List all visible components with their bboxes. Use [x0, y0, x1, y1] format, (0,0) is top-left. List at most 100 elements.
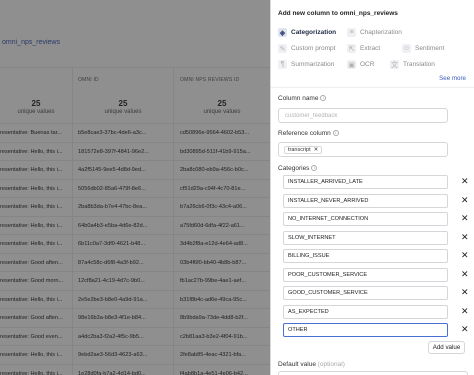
sentiment-icon: ☺ — [402, 44, 411, 53]
type-summarization[interactable]: ¶ Summarization — [278, 58, 334, 71]
category-input[interactable]: GOOD_CUSTOMER_SERVICE — [283, 286, 448, 300]
table-cell: resentative: Hello, this i... — [0, 370, 63, 375]
extract-icon: ⇱ — [347, 44, 356, 53]
default-value-input[interactable] — [278, 371, 468, 375]
category-row: BILLING_ISSUE ✕ — [278, 249, 474, 263]
category-row: AS_EXPECTED ✕ — [278, 304, 474, 319]
table-cell: resentative: Good even... — [0, 333, 63, 340]
type-translation[interactable]: 文 Translation — [390, 58, 435, 71]
table-cell: 181572e8-397f-4841-96e2... — [78, 148, 149, 155]
column-name-input[interactable] — [278, 108, 448, 123]
remove-category-icon[interactable]: ✕ — [461, 176, 469, 187]
table-cell: b7a26cb6-0f3c-43c4-a06... — [180, 204, 247, 210]
table-row[interactable]: resentative: Hello, this i... 6b11c0a7-3d… — [0, 234, 270, 253]
remove-category-icon[interactable]: ✕ — [461, 306, 469, 317]
remove-category-icon[interactable]: ✕ — [461, 324, 469, 335]
table-cell: 5056db02-85a6-479f-8e6... — [78, 185, 146, 192]
column-headers: OMNI ID OMNI NPS REVIEWS ID — [0, 77, 270, 87]
table-row[interactable]: resentative: Hello, this i... 4a2f5145-9e… — [0, 160, 270, 179]
reference-column-select[interactable]: transcript ✕ — [278, 142, 448, 157]
column-header-omni-id[interactable]: OMNI ID — [78, 77, 99, 83]
table-cell: c2b81aa3-b3e2-4f04-91b... — [180, 333, 248, 340]
table-cell: 4a2f5145-9ee5-4d8d-9ed... — [78, 167, 146, 173]
table-cell: 2ba8c080-eb9a-456c-b0c... — [180, 167, 249, 173]
table-row[interactable]: resentative: Good even... a4dc2ba3-f2a2-4… — [0, 326, 270, 346]
remove-category-icon[interactable]: ✕ — [461, 213, 469, 224]
column-stat: 25 unique values — [17, 99, 55, 115]
ocr-icon: ▣ — [347, 60, 356, 69]
type-categorization[interactable]: ◈ Categorization — [278, 26, 336, 39]
table-cell: 2fe8ab85-4eac-4321-bfa... — [180, 352, 246, 358]
table-cell: 2ba8b3da-b7e4-47bc-8ea... — [78, 204, 148, 210]
column-stat: 25 unique values — [104, 99, 142, 115]
remove-category-icon[interactable]: ✕ — [461, 250, 469, 261]
table-row[interactable]: resentative: Hello, this i... 5056db02-85… — [0, 178, 270, 198]
category-input[interactable]: INSTALLER_NEVER_ARRIVED — [283, 193, 448, 208]
category-input[interactable]: AS_EXPECTED — [283, 304, 448, 319]
table-row[interactable]: resentative: Good aften... 98e16b3a-b8e3-… — [0, 308, 270, 327]
remove-category-icon[interactable]: ✕ — [461, 195, 469, 206]
add-value-button[interactable]: Add value — [428, 341, 465, 354]
column-name-label: Column name i — [278, 95, 327, 102]
table-cell: resentative: Hello, this i... — [0, 185, 63, 192]
column-stat: 25 unique values — [203, 99, 241, 115]
category-input[interactable]: INSTALLER_ARRIVED_LATE — [283, 175, 448, 189]
categories-label: Categories i — [278, 165, 318, 172]
table-cell: resentative: Hello, this i... — [0, 204, 63, 210]
table-cell: 98e16b3a-b8e3-4f1e-b84... — [78, 315, 146, 321]
category-input[interactable]: OTHER — [283, 323, 448, 337]
category-row: OTHER ✕ — [278, 323, 474, 337]
table-row[interactable]: resentative: Good morn... 12cf8a21-4c19-4… — [0, 271, 270, 290]
table-cell: resentative: Hello, this i... — [0, 167, 63, 173]
table-row[interactable]: resentative: Hello, this i... 2e5e2be3-b8… — [0, 289, 270, 309]
table-cell: 9ebd2ae3-56d3-4623-a63... — [78, 352, 148, 358]
reference-column-chip: transcript ✕ — [284, 146, 323, 154]
info-icon: i — [332, 130, 339, 137]
column-header-omni-nps-reviews-id[interactable]: OMNI NPS REVIEWS ID — [180, 77, 239, 83]
table-row[interactable]: resentative: Hello, this i... 64b0a4b3-e5… — [0, 215, 270, 235]
table-cell: resentative: Hello, this i... — [0, 352, 63, 358]
background-table: omni_nps_reviews OMNI ID OMNI NPS REVIEW… — [0, 0, 270, 375]
remove-category-icon[interactable]: ✕ — [461, 232, 469, 243]
remove-category-icon[interactable]: ✕ — [461, 287, 469, 298]
table-cell: a75fd60d-6dfa-4f22-a61... — [180, 222, 245, 229]
category-input[interactable]: POOR_CUSTOMER_SERVICE — [283, 267, 448, 282]
table-cell: 2e5e2be3-b8e0-4a9d-91a... — [78, 296, 148, 303]
type-chapterization[interactable]: ≡ Chapterization — [347, 26, 402, 39]
type-sentiment[interactable]: ☺ Sentiment — [402, 42, 444, 55]
table-title[interactable]: omni_nps_reviews — [2, 39, 60, 46]
table-cell: b31f8b4c-ad6e-49ca-95c... — [180, 296, 247, 303]
summary-icon: ¶ — [278, 60, 287, 69]
table-cell: resentative: Hello, this i... — [0, 241, 63, 247]
header-divider — [0, 67, 270, 68]
table-cell: cd50896e-9564-4602-b53... — [180, 130, 250, 136]
category-input[interactable]: NO_INTERNET_CONNECTION — [283, 212, 448, 226]
table-row[interactable]: resentative: Good aften... 87a4c58c-d6f8-… — [0, 252, 270, 272]
info-icon: i — [311, 165, 318, 172]
table-row[interactable]: resentative: Buenas tar... b5e8cae3-37bc-… — [0, 123, 270, 142]
type-custom-prompt[interactable]: ✎ Custom prompt — [278, 42, 335, 55]
table-cell: resentative: Buenas tar... — [0, 130, 62, 136]
table-row[interactable]: resentative: Hello, this i... 1e28d0fa-b7… — [0, 363, 270, 375]
type-ocr[interactable]: ▣ OCR — [347, 58, 374, 71]
table-row[interactable]: resentative: Hello, this i... 9ebd2ae3-56… — [0, 345, 270, 364]
table-cell: resentative: Good morn... — [0, 278, 64, 284]
panel-divider — [271, 87, 474, 88]
table-cell: 03b4f6f0-bb40-4b8b-b87... — [180, 259, 247, 266]
category-input[interactable]: BILLING_ISSUE — [283, 249, 448, 263]
see-more-link[interactable]: See more — [439, 75, 466, 82]
category-input[interactable]: SLOW_INTERNET — [283, 230, 448, 245]
default-value-label: Default value (optional) — [278, 361, 345, 368]
type-extract[interactable]: ⇱ Extract — [347, 42, 380, 55]
table-cell: resentative: Hello, this i... — [0, 222, 63, 229]
table-cell: a4dc2ba3-f2a2-4f5c-9b5... — [78, 333, 144, 340]
remove-chip-icon[interactable]: ✕ — [314, 147, 319, 153]
table-cell: cf51d29a-c94f-4c70-81e... — [180, 185, 246, 192]
category-row: POOR_CUSTOMER_SERVICE ✕ — [278, 267, 474, 282]
table-row[interactable]: resentative: Hello, this i... 2ba8b3da-b7… — [0, 197, 270, 216]
table-cell: 12cf8a21-4c19-4d7c-9b0... — [78, 278, 145, 284]
category-row: SLOW_INTERNET ✕ — [278, 230, 474, 245]
tag-icon: ◈ — [278, 28, 287, 37]
table-row[interactable]: resentative: Hello, this i... 181572e8-39… — [0, 141, 270, 161]
remove-category-icon[interactable]: ✕ — [461, 269, 469, 280]
